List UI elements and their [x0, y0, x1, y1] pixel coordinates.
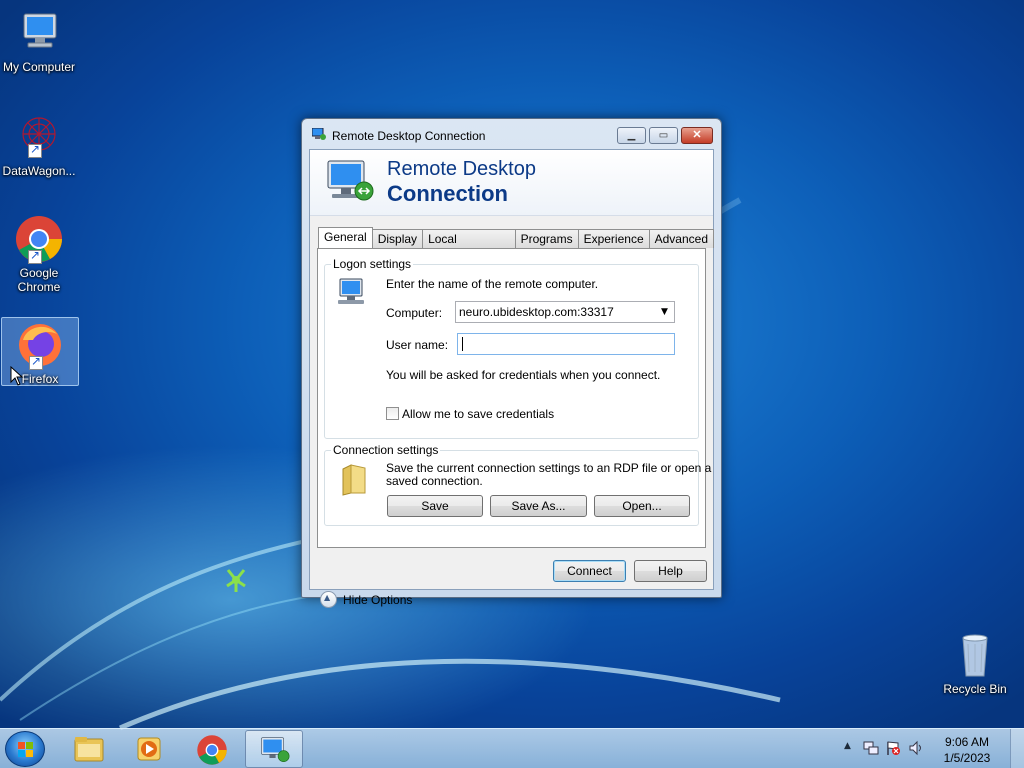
logon-settings-group: Logon settings Enter the name of the rem… [324, 257, 699, 439]
save-credentials-label[interactable]: Allow me to save credentials [402, 407, 554, 421]
desktop-icon-label: DataWagon... [2, 164, 76, 178]
taskbar-chrome-button[interactable] [183, 730, 241, 768]
hide-options-label[interactable]: Hide Options [343, 593, 412, 607]
shortcut-arrow-icon [28, 142, 42, 158]
computer-value: neuro.ubidesktop.com:33317 [459, 305, 614, 319]
open-button[interactable]: Open... [594, 495, 690, 517]
maximize-icon: ▭ [658, 130, 669, 141]
system-tray: ▲ 9:06 AM 1/5/2023 [834, 729, 1024, 768]
folder-icon [342, 464, 366, 496]
chrome-icon [197, 735, 227, 765]
close-icon: ✕ [692, 129, 702, 141]
banner-title-line2: Connection [387, 181, 508, 206]
taskbar-media-player-button[interactable] [121, 730, 179, 768]
connection-settings-group: Connection settings Save the current con… [324, 443, 711, 526]
taskbar-explorer-button[interactable] [60, 730, 118, 768]
minimize-button[interactable]: ▁ [617, 127, 646, 144]
computer-icon [14, 8, 64, 58]
remote-desktop-small-icon [312, 128, 326, 140]
remote-desktop-large-icon [327, 160, 374, 201]
tab-advanced[interactable]: Advanced [648, 229, 714, 248]
shortcut-arrow-icon [28, 248, 42, 264]
remote-desktop-icon [261, 737, 290, 762]
taskbar: ▲ 9:06 AM 1/5/2023 [0, 728, 1024, 768]
firefox-icon [15, 320, 65, 370]
tab-panel-general: Logon settings Enter the name of the rem… [317, 248, 711, 548]
chrome-icon [14, 214, 64, 264]
username-label: User name: [386, 338, 449, 352]
tab-local-resources[interactable]: Local Resources [422, 229, 516, 264]
connection-settings-legend: Connection settings [331, 443, 441, 457]
clock-time: 9:06 AM [944, 735, 990, 749]
window-title: Remote Desktop Connection [332, 129, 486, 143]
logon-settings-legend: Logon settings [331, 257, 414, 271]
minimize-icon: ▁ [627, 130, 636, 141]
window-titlebar[interactable]: Remote Desktop Connection ▁ ▭ ✕ [302, 119, 721, 149]
connect-button[interactable]: Connect [553, 560, 626, 582]
chevron-up-icon[interactable] [320, 591, 337, 608]
connection-description-line1: Save the current connection settings to … [386, 461, 712, 475]
desktop-icon-datawagon[interactable]: DataWagon... [0, 112, 78, 178]
desktop-icon-label: Google Chrome [17, 266, 61, 294]
maximize-button[interactable]: ▭ [649, 127, 678, 144]
shortcut-arrow-icon [29, 354, 43, 370]
show-desktop-button[interactable] [1010, 729, 1024, 768]
connection-description-line2: saved connection. [386, 474, 483, 488]
action-center-flag-icon[interactable] [885, 740, 901, 756]
computer-combobox[interactable]: neuro.ubidesktop.com:33317 ▼ [455, 301, 675, 323]
username-input[interactable] [457, 333, 675, 355]
chevron-down-icon[interactable]: ▼ [657, 304, 672, 320]
volume-icon[interactable] [908, 740, 924, 756]
datawagon-icon [14, 112, 64, 162]
text-caret [462, 337, 463, 351]
recycle-bin-icon [950, 630, 1000, 680]
computer-label: Computer: [386, 306, 443, 320]
window-client-area: Remote Desktop Connection General Displa… [309, 149, 714, 608]
computer-icon [338, 278, 364, 304]
save-button[interactable]: Save [387, 495, 483, 517]
desktop-icon-google-chrome[interactable]: Google Chrome [0, 214, 78, 294]
start-button[interactable] [5, 731, 45, 767]
banner-title-line1: Remote Desktop [387, 158, 536, 180]
taskbar-remote-desktop-button[interactable] [245, 730, 303, 768]
desktop-icon-recycle-bin[interactable]: Recycle Bin [936, 630, 1014, 696]
desktop-icon-label: My Computer [2, 60, 76, 74]
desktop-icon-label: Recycle Bin [943, 682, 1007, 696]
media-player-icon [137, 737, 161, 761]
help-button[interactable]: Help [634, 560, 707, 582]
tab-experience[interactable]: Experience [577, 229, 650, 248]
tab-general[interactable]: General [318, 227, 373, 248]
show-hidden-icons-icon[interactable]: ▲ [844, 741, 851, 751]
save-as-button[interactable]: Save As... [490, 495, 587, 517]
clock-date: 1/5/2023 [943, 751, 991, 765]
tab-display[interactable]: Display [371, 229, 424, 248]
close-button[interactable]: ✕ [681, 127, 713, 144]
logon-instruction: Enter the name of the remote computer. [386, 277, 599, 291]
window-banner: Remote Desktop Connection [310, 150, 713, 216]
taskbar-clock[interactable]: 9:06 AM 1/5/2023 [937, 734, 997, 766]
desktop-icon-my-computer[interactable]: My Computer [0, 8, 78, 74]
credentials-note: You will be asked for credentials when y… [386, 368, 661, 382]
network-icon[interactable] [863, 740, 879, 756]
folder-icon [74, 737, 104, 762]
windows-logo-icon [18, 742, 33, 757]
remote-desktop-window: Remote Desktop Connection ▁ ▭ ✕ Remote D… [301, 118, 722, 608]
save-credentials-checkbox[interactable] [386, 407, 399, 420]
mouse-cursor-icon [10, 366, 24, 386]
tab-programs[interactable]: Programs [514, 229, 579, 248]
tab-strip: General Display Local Resources Programs… [318, 227, 714, 264]
